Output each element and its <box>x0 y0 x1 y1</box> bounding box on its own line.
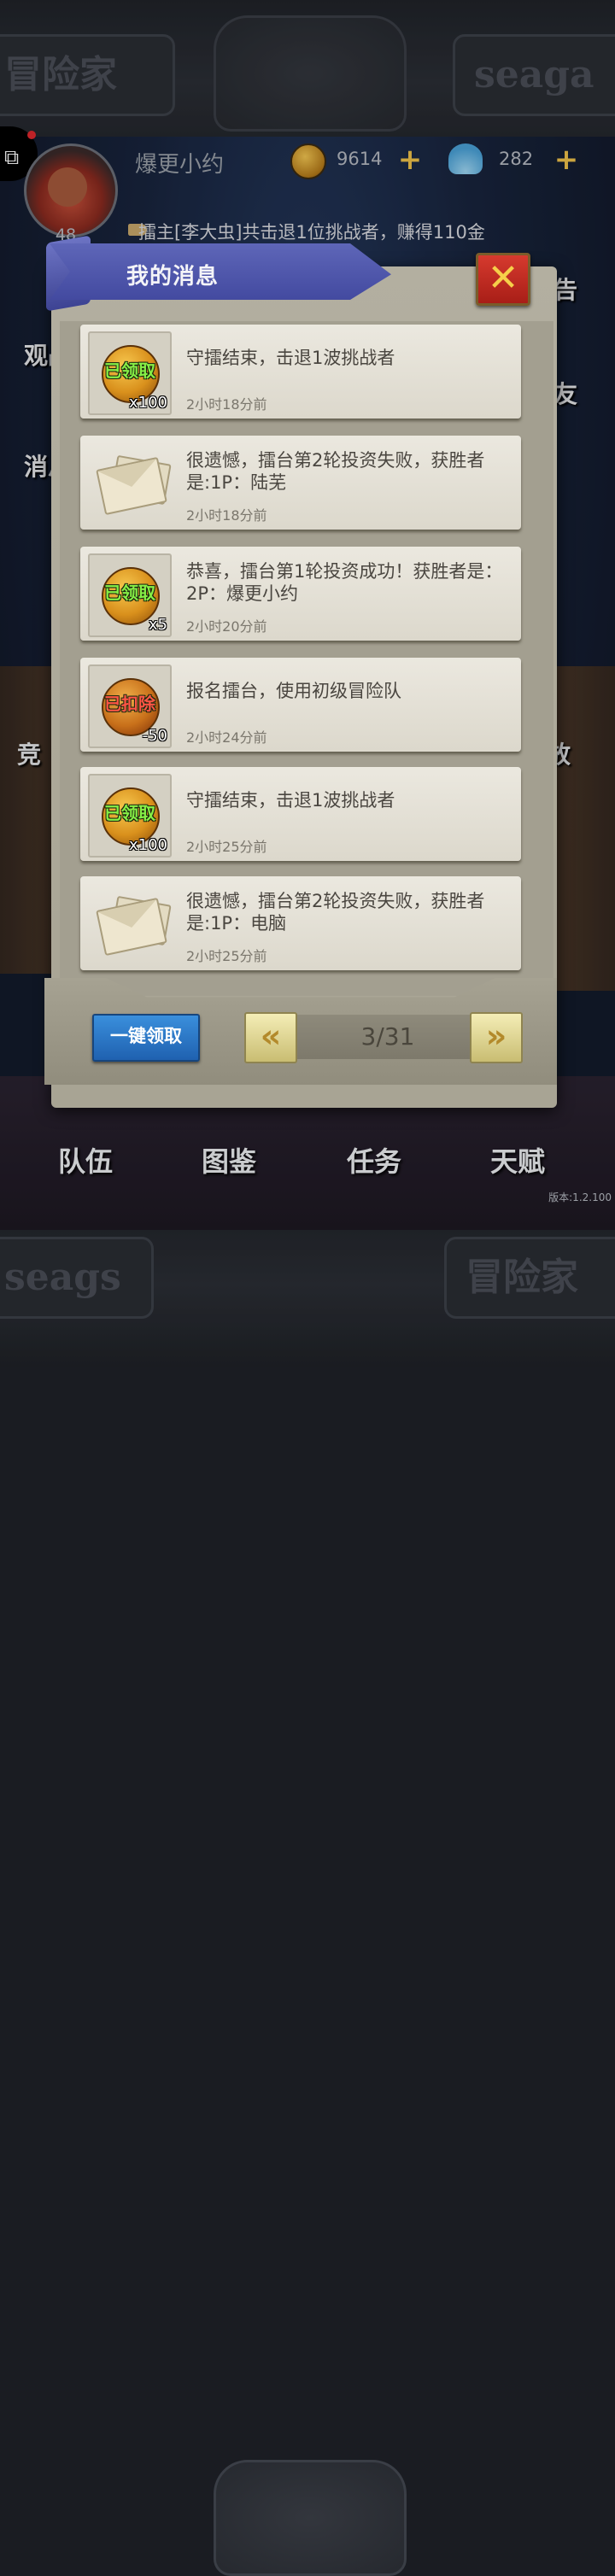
message-item[interactable]: 很遗憾，擂台第2轮投资失败，获胜者是:1P：陆芜 2小时18分前 <box>80 436 521 530</box>
deducted-stamp: 已扣除 <box>104 694 155 714</box>
page-indicator: 3/31 <box>360 1022 415 1051</box>
message-item[interactable]: 很遗憾，擂台第2轮投资失败，获胜者是:1P：电脑 2小时25分前 <box>80 876 521 970</box>
claimed-stamp: 已领取 <box>104 583 155 603</box>
next-page-button[interactable]: » <box>470 1012 523 1063</box>
reward-box: 已扣除 -50 <box>88 664 172 748</box>
message-item[interactable]: 已领取 x100 守擂结束，击退1波挑战者 2小时18分前 <box>80 325 521 419</box>
dialog-title: 我的消息 <box>126 264 220 290</box>
message-text: 很遗憾，擂台第2轮投资失败，获胜者是:1P：电脑 <box>186 891 485 934</box>
message-item[interactable]: 已领取 x100 守擂结束，击退1波挑战者 2小时25分前 <box>80 767 521 861</box>
message-text: 很遗憾，擂台第2轮投资失败，获胜者是:1P：陆芜 <box>186 450 485 493</box>
reward-box <box>88 442 172 526</box>
message-item[interactable]: 已领取 x5 恭喜，擂台第1轮投资成功！获胜者是：2P：爆更小约 2小时20分前 <box>80 547 521 641</box>
message-item[interactable]: 已扣除 -50 报名擂台，使用初级冒险队 2小时24分前 <box>80 658 521 752</box>
reward-box: 已领取 x100 <box>88 774 172 858</box>
message-time: 2小时25分前 <box>186 839 267 855</box>
message-text: 报名擂台，使用初级冒险队 <box>186 681 401 701</box>
title-ribbon <box>50 243 391 300</box>
claim-all-button[interactable]: 一键领取 <box>92 1014 200 1062</box>
claimed-stamp: 已领取 <box>104 360 155 381</box>
message-time: 2小时18分前 <box>186 507 267 524</box>
message-time: 2小时25分前 <box>186 948 267 964</box>
reward-box <box>88 883 172 967</box>
message-text: 守擂结束，击退1波挑战者 <box>186 348 395 368</box>
reward-box: 已领取 x100 <box>88 331 172 415</box>
reward-quantity: -50 <box>142 727 167 745</box>
close-button[interactable]: ✕ <box>476 253 530 306</box>
envelope-icon <box>96 456 167 516</box>
reward-box: 已领取 x5 <box>88 553 172 637</box>
envelope-icon <box>96 897 167 957</box>
reward-quantity: x5 <box>148 616 167 634</box>
reward-quantity: x100 <box>128 394 167 412</box>
message-text: 守擂结束，击退1波挑战者 <box>186 790 395 811</box>
emblem-bottom <box>214 2460 407 2576</box>
message-time: 2小时18分前 <box>186 396 267 413</box>
reward-quantity: x100 <box>128 836 167 854</box>
claimed-stamp: 已领取 <box>104 803 155 823</box>
message-time: 2小时20分前 <box>186 618 267 635</box>
message-text: 恭喜，擂台第1轮投资成功！获胜者是：2P：爆更小约 <box>186 561 503 604</box>
prev-page-button[interactable]: « <box>244 1012 297 1063</box>
message-time: 2小时24分前 <box>186 729 267 746</box>
